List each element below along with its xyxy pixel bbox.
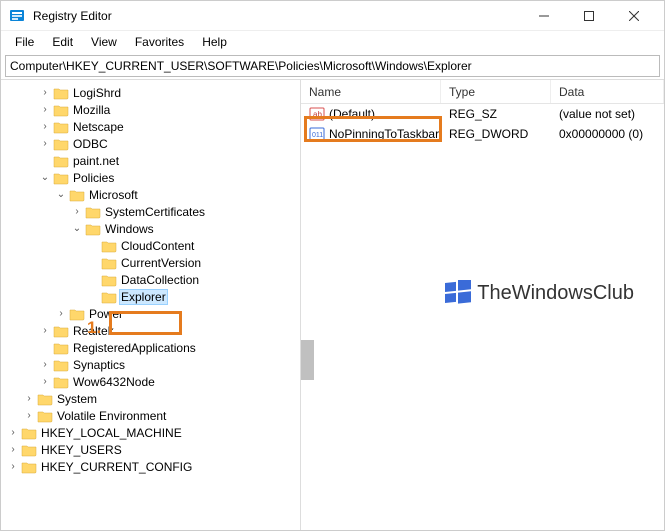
detail-view[interactable]: Name Type Data ab(Default) REG_SZ (value… (301, 80, 664, 530)
folder-icon (101, 290, 117, 304)
folder-icon (69, 307, 85, 321)
tree-node-paintnet[interactable]: ›paint.net (39, 152, 300, 169)
tree-node-hkcc[interactable]: ›HKEY_CURRENT_CONFIG (7, 458, 300, 475)
tree-node-policies[interactable]: ⌄Policies (39, 169, 300, 186)
tree-node-windows[interactable]: ⌄Windows (71, 220, 300, 237)
chevron-right-icon[interactable]: › (7, 461, 19, 472)
tree-node-datacollection[interactable]: ›DataCollection (87, 271, 300, 288)
folder-icon (53, 120, 69, 134)
folder-icon (53, 171, 69, 185)
address-bar[interactable]: Computer\HKEY_CURRENT_USER\SOFTWARE\Poli… (5, 55, 660, 77)
tree-node-currentversion[interactable]: ›CurrentVersion (87, 254, 300, 271)
chevron-down-icon[interactable]: ⌄ (55, 189, 67, 200)
value-row-nopinning[interactable]: 011NoPinningToTaskbar REG_DWORD 0x000000… (301, 124, 664, 144)
folder-icon (101, 273, 117, 287)
minimize-button[interactable] (521, 1, 566, 30)
col-data[interactable]: Data (551, 80, 664, 103)
folder-icon (53, 103, 69, 117)
menubar: File Edit View Favorites Help (1, 31, 664, 53)
chevron-right-icon[interactable]: › (23, 410, 35, 421)
maximize-button[interactable] (566, 1, 611, 30)
svg-text:011: 011 (312, 132, 323, 139)
chevron-right-icon[interactable]: › (7, 444, 19, 455)
tree-node-netscape[interactable]: ›Netscape (39, 118, 300, 135)
tree-node-volatileenvironment[interactable]: ›Volatile Environment (23, 407, 300, 424)
window-title: Registry Editor (33, 9, 521, 23)
watermark: TheWindowsClub (445, 280, 634, 306)
chevron-right-icon[interactable]: › (39, 376, 51, 387)
chevron-right-icon[interactable]: › (39, 104, 51, 115)
titlebar: Registry Editor (1, 1, 664, 31)
chevron-right-icon[interactable]: › (39, 359, 51, 370)
folder-icon (85, 205, 101, 219)
folder-icon (21, 426, 37, 440)
callout-1: 1. (87, 318, 101, 338)
menu-help[interactable]: Help (194, 33, 235, 51)
tree-node-registeredapplications[interactable]: ›RegisteredApplications (39, 339, 300, 356)
chevron-down-icon[interactable]: ⌄ (39, 172, 51, 183)
tree-node-logishrd[interactable]: ›LogiShrd (39, 84, 300, 101)
menu-favorites[interactable]: Favorites (127, 33, 192, 51)
column-headers: Name Type Data (301, 80, 664, 104)
dword-value-icon: 011 (309, 127, 325, 141)
selected-tree-label: Explorer (119, 289, 168, 305)
folder-icon (53, 86, 69, 100)
folder-icon (21, 443, 37, 457)
folder-icon (21, 460, 37, 474)
folder-icon (69, 188, 85, 202)
tree-node-hku[interactable]: ›HKEY_USERS (7, 441, 300, 458)
chevron-right-icon[interactable]: › (39, 325, 51, 336)
chevron-right-icon[interactable]: › (7, 427, 19, 438)
chevron-right-icon[interactable]: › (39, 138, 51, 149)
tree-node-realtek[interactable]: ›Realtek (39, 322, 300, 339)
windows-logo-icon (445, 280, 471, 306)
col-type[interactable]: Type (441, 80, 551, 103)
folder-icon (101, 239, 117, 253)
folder-icon (53, 358, 69, 372)
folder-icon (53, 154, 69, 168)
menu-view[interactable]: View (83, 33, 125, 51)
chevron-right-icon[interactable]: › (71, 206, 83, 217)
tree-node-hklm[interactable]: ›HKEY_LOCAL_MACHINE (7, 424, 300, 441)
folder-icon (37, 392, 53, 406)
watermark-text: TheWindowsClub (477, 282, 634, 305)
folder-icon (53, 324, 69, 338)
chevron-right-icon[interactable]: › (55, 308, 67, 319)
content: ›LogiShrd ›Mozilla ›Netscape ›ODBC ›pain… (1, 79, 664, 530)
tree-node-mozilla[interactable]: ›Mozilla (39, 101, 300, 118)
svg-text:ab: ab (313, 110, 322, 119)
chevron-down-icon[interactable]: ⌄ (71, 223, 83, 234)
tree-node-cloudcontent[interactable]: ›CloudContent (87, 237, 300, 254)
tree-node-systemcertificates[interactable]: ›SystemCertificates (71, 203, 300, 220)
value-row-default[interactable]: ab(Default) REG_SZ (value not set) (301, 104, 664, 124)
folder-icon (101, 256, 117, 270)
tree-view[interactable]: ›LogiShrd ›Mozilla ›Netscape ›ODBC ›pain… (1, 80, 301, 530)
registry-editor-icon (9, 8, 25, 24)
folder-icon (85, 222, 101, 236)
tree-node-microsoft[interactable]: ⌄Microsoft (55, 186, 300, 203)
tree-node-odbc[interactable]: ›ODBC (39, 135, 300, 152)
menu-file[interactable]: File (7, 33, 42, 51)
folder-icon (53, 375, 69, 389)
folder-icon (37, 409, 53, 423)
window-controls (521, 1, 656, 30)
col-name[interactable]: Name (301, 80, 441, 103)
folder-icon (53, 137, 69, 151)
tree-node-system[interactable]: ›System (23, 390, 300, 407)
tree-node-synaptics[interactable]: ›Synaptics (39, 356, 300, 373)
scrollbar[interactable] (301, 340, 314, 380)
menu-edit[interactable]: Edit (44, 33, 81, 51)
chevron-right-icon[interactable]: › (39, 121, 51, 132)
string-value-icon: ab (309, 107, 325, 121)
address-path: Computer\HKEY_CURRENT_USER\SOFTWARE\Poli… (10, 59, 472, 73)
folder-icon (53, 341, 69, 355)
chevron-right-icon[interactable]: › (39, 87, 51, 98)
tree-node-explorer[interactable]: ›Explorer (87, 288, 300, 305)
tree-node-wow6432node[interactable]: ›Wow6432Node (39, 373, 300, 390)
chevron-right-icon[interactable]: › (23, 393, 35, 404)
close-button[interactable] (611, 1, 656, 30)
